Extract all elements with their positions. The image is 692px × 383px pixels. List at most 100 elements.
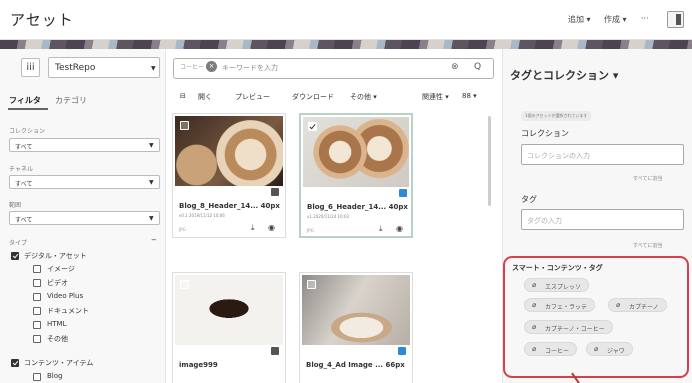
search-icon[interactable]: Q — [474, 62, 481, 72]
panel-title[interactable]: タグとコレクション ▾ — [510, 67, 618, 83]
collection-filter-label: コレクション — [9, 128, 46, 135]
smart-tag-label: エスプレッソ — [545, 284, 582, 291]
type-collapse-icon[interactable]: − — [151, 236, 157, 244]
asset-card[interactable]: Blog_8_Header_14... 40px v0.1 2019/11/12… — [172, 113, 286, 238]
channel-filter-select[interactable]: すべて — [9, 175, 160, 189]
panel-toggle-icon[interactable] — [667, 11, 684, 28]
other-checkbox[interactable] — [33, 335, 41, 343]
asset-thumbnail — [302, 275, 410, 345]
asset-select-checkbox[interactable] — [308, 122, 317, 131]
video-checkbox[interactable] — [33, 279, 41, 287]
smart-tag-label: コーヒー — [545, 348, 570, 355]
smart-tag[interactable]: ⌀ コーヒー — [524, 342, 578, 356]
tag-icon: ⌀ — [594, 345, 599, 353]
image-checkbox[interactable] — [33, 265, 41, 273]
asset-select-checkbox[interactable] — [307, 280, 316, 289]
download-icon[interactable]: ⤓ — [251, 223, 255, 233]
blog-label: Blog — [47, 372, 63, 380]
open-button[interactable]: 開く — [198, 92, 212, 102]
active-tab-indicator — [8, 108, 48, 110]
asset-thumbnail — [175, 116, 283, 186]
header-bar: アセット 追加 ▾ 作成 ▾ ··· — [0, 0, 692, 40]
document-label: ドキュメント — [47, 307, 89, 315]
add-button[interactable]: 追加 ▾ — [568, 14, 591, 25]
chevron-down-icon: ▼ — [149, 179, 154, 186]
smart-tag[interactable]: ⌀ カプチーノ — [608, 298, 667, 312]
video-label: ビデオ — [47, 279, 68, 287]
asset-card-selected[interactable]: Blog_6_Header_14... 40px v1 2020/11/24 1… — [299, 113, 413, 238]
repository-grid-icon[interactable]: iii — [21, 58, 40, 77]
search-input[interactable]: キーワードを入力 — [222, 63, 278, 73]
search-chip-coffee[interactable]: コーヒー — [180, 62, 204, 71]
asset-type-badge-icon — [271, 188, 279, 196]
collection-filter-select[interactable]: すべて — [9, 138, 160, 152]
asset-thumbnail — [303, 117, 409, 187]
asset-meta: v1 2020/11/24 10:03 — [307, 214, 350, 219]
smart-tag[interactable]: ⌀ エスプレッソ — [524, 278, 590, 292]
download-icon[interactable]: ⤓ — [379, 224, 383, 234]
view-icon[interactable]: ◉ — [268, 223, 275, 232]
asset-file-type: JPG — [179, 227, 186, 232]
assign-all-collection-link[interactable]: すべてに割当 — [633, 175, 662, 182]
asset-select-checkbox[interactable] — [180, 121, 189, 130]
tag-icon: ⌀ — [616, 301, 621, 309]
asset-meta: v0.1 2019/11/12 10:06 — [179, 213, 225, 218]
collection-input[interactable]: コレクションの入力 — [521, 144, 684, 165]
smart-tag[interactable]: ⌀ ジャワ — [586, 342, 633, 356]
image-label: イメージ — [47, 265, 75, 273]
digital-assets-checkbox[interactable] — [11, 252, 19, 260]
channel-filter-label: チャネル — [9, 166, 33, 173]
chevron-down-icon: ▼ — [149, 215, 154, 222]
asset-card[interactable]: image999 — [172, 272, 286, 383]
tab-filter[interactable]: フィルタ — [9, 95, 41, 106]
video-plus-checkbox[interactable] — [33, 293, 41, 301]
asset-title: Blog_4_Ad Image ... 66px — [306, 361, 405, 369]
select-all-icon[interactable]: ⊟ — [180, 92, 186, 100]
asset-title: Blog_8_Header_14... 40px — [179, 202, 280, 210]
asset-file-type: JPG — [307, 228, 314, 233]
asset-select-checkbox[interactable] — [180, 280, 189, 289]
tag-input[interactable]: タグの入力 — [521, 209, 684, 230]
area-filter-value: すべて — [15, 217, 33, 224]
create-button[interactable]: 作成 ▾ — [604, 14, 627, 25]
app-window: アセット 追加 ▾ 作成 ▾ ··· iii TestRepo ▼ フィルタ カ… — [0, 0, 692, 383]
collection-filter-value: すべて — [15, 144, 33, 151]
repository-value: TestRepo — [55, 63, 96, 73]
blog-checkbox[interactable] — [33, 373, 41, 381]
grid-scrollbar[interactable] — [488, 116, 491, 206]
content-items-checkbox[interactable] — [11, 359, 19, 367]
video-plus-label: Video Plus — [47, 292, 84, 300]
grid-view-icon[interactable]: 88 ▾ — [462, 92, 477, 100]
tag-label: タグ — [521, 195, 537, 204]
asset-type-badge-icon — [399, 189, 407, 197]
sort-relevance-select[interactable]: 関連性 ▾ — [422, 92, 449, 102]
preview-button[interactable]: プレビュー — [235, 92, 270, 102]
smart-tag[interactable]: ⌀ カプチーノ・コーヒー — [524, 320, 613, 334]
page-title: アセット — [10, 11, 74, 29]
download-button[interactable]: ダウンロード — [292, 92, 334, 102]
area-filter-select[interactable]: すべて — [9, 211, 160, 225]
asset-card[interactable]: Blog_4_Ad Image ... 66px — [299, 272, 413, 383]
repository-select[interactable]: TestRepo — [48, 57, 160, 78]
smart-tag[interactable]: ⌀ カフェ・ラッテ — [524, 298, 596, 312]
smart-content-tags-highlight — [503, 256, 689, 378]
asset-title: image999 — [179, 361, 218, 369]
clear-search-icon[interactable]: ⊗ — [451, 62, 459, 72]
more-button[interactable]: ··· — [641, 14, 649, 23]
other-menu-button[interactable]: その他 ▾ — [350, 92, 377, 102]
other-label: その他 — [47, 335, 68, 343]
header-banner-image — [0, 40, 692, 49]
chip-clear-icon[interactable]: × — [206, 61, 217, 72]
smart-tags-title: スマート・コンテンツ・タグ — [512, 264, 603, 272]
asset-thumbnail — [175, 275, 283, 345]
smart-tag-label: ジャワ — [607, 348, 625, 355]
document-checkbox[interactable] — [33, 307, 41, 315]
asset-type-badge-icon — [271, 347, 279, 355]
html-checkbox[interactable] — [33, 321, 41, 329]
assign-all-tag-link[interactable]: すべてに割当 — [633, 242, 662, 249]
digital-assets-label: デジタル・アセット — [24, 252, 87, 260]
asset-title: Blog_6_Header_14... 40px — [307, 203, 408, 211]
channel-filter-value: すべて — [15, 181, 33, 188]
view-icon[interactable]: ◉ — [396, 224, 403, 233]
tab-category[interactable]: カテゴリ — [55, 95, 87, 106]
